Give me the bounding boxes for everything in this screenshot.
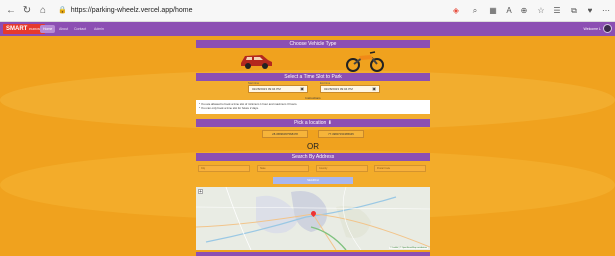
nav-link-admin[interactable]: Admin bbox=[91, 25, 107, 33]
collections-icon[interactable]: ⧉ bbox=[568, 5, 580, 17]
latitude-field[interactable]: 28.45896457568478 bbox=[262, 130, 308, 138]
read-aloud-icon[interactable]: A bbox=[503, 5, 515, 17]
apps-icon[interactable]: ▦ bbox=[487, 5, 499, 17]
location-pin-icon[interactable]: ⬇ bbox=[328, 120, 332, 126]
welcome-text: Welcome L bbox=[583, 27, 601, 31]
start-time-input[interactable]: 02/28/2023 09:04 PM ▣ bbox=[248, 85, 308, 93]
state-placeholder: State bbox=[260, 167, 266, 170]
bike-option[interactable] bbox=[344, 50, 386, 72]
longitude-value: 77.49807154385945 bbox=[328, 132, 354, 136]
pick-location-header: Pick a location ⬇ bbox=[196, 119, 430, 127]
start-time-value: 02/28/2023 09:04 PM bbox=[252, 87, 281, 91]
map-attribution[interactable]: © Leaflet | © OpenStreetMap contributors bbox=[389, 247, 428, 249]
longitude-field[interactable]: 77.49807154385945 bbox=[318, 130, 364, 138]
extension-icon[interactable]: ♥ bbox=[584, 5, 596, 17]
more-icon[interactable]: ⋯ bbox=[600, 5, 612, 17]
search-icon[interactable]: ⌕ bbox=[469, 5, 481, 17]
logo[interactable]: SMART PARKING bbox=[3, 24, 46, 34]
favorite-icon[interactable]: ☆ bbox=[535, 5, 547, 17]
latitude-value: 28.45896457568478 bbox=[272, 132, 298, 136]
end-time-value: 02/28/2023 09:04 PM bbox=[324, 87, 353, 91]
nav-link-about[interactable]: About bbox=[56, 25, 71, 33]
address-bar[interactable]: 🔒 https://parking-wheelz.vercel.app/home bbox=[58, 3, 258, 19]
or-divider: OR bbox=[307, 142, 319, 151]
calendar-icon[interactable]: ▣ bbox=[300, 86, 304, 92]
country-input[interactable]: Country bbox=[316, 165, 368, 172]
nav-link-home[interactable]: Home bbox=[40, 25, 56, 33]
time-slot-header: Select a Time Slot to Park bbox=[196, 73, 430, 81]
city-input[interactable]: City bbox=[198, 165, 250, 172]
postal-placeholder: Postal Code bbox=[377, 167, 391, 170]
search-address-header: Search By Address bbox=[196, 153, 430, 161]
browser-toolbar: ← ↻ ⌂ 🔒 https://parking-wheelz.vercel.app… bbox=[0, 0, 615, 22]
zoom-icon[interactable]: ⊕ bbox=[518, 5, 530, 17]
back-icon[interactable]: ← bbox=[4, 4, 18, 18]
calendar-icon[interactable]: ▣ bbox=[372, 86, 376, 92]
nav-link-contact[interactable]: Contact bbox=[71, 25, 89, 33]
instruction-item: * You can only book a time slot for futu… bbox=[199, 106, 259, 110]
zoom-in-button[interactable]: + bbox=[198, 189, 203, 195]
home-icon[interactable]: ⌂ bbox=[36, 4, 50, 18]
car-option[interactable] bbox=[238, 50, 274, 70]
favorites-list-icon[interactable]: ☰ bbox=[551, 5, 563, 17]
map-tiles bbox=[196, 187, 430, 250]
city-placeholder: City bbox=[201, 167, 206, 170]
pick-location-title: Pick a location bbox=[294, 120, 327, 126]
bottom-section-bar bbox=[196, 252, 430, 256]
avatar[interactable] bbox=[603, 24, 612, 33]
lock-icon: 🔒 bbox=[58, 7, 67, 14]
search-button[interactable]: SEARCH bbox=[273, 177, 353, 184]
instructions-box: * You are allowed to book a time slot of… bbox=[196, 100, 430, 114]
map-view[interactable]: + © Leaflet | © OpenStreetMap contributo… bbox=[196, 187, 430, 250]
vehicle-type-header: Choose Vehicle Type bbox=[196, 40, 430, 48]
url-text: https://parking-wheelz.vercel.app/home bbox=[70, 7, 193, 14]
state-input[interactable]: State bbox=[257, 165, 309, 172]
country-placeholder: Country bbox=[319, 167, 328, 170]
app-navbar: SMART PARKING Home About Contact Admin W… bbox=[0, 22, 615, 36]
postal-code-input[interactable]: Postal Code bbox=[374, 165, 426, 172]
end-time-input[interactable]: 02/28/2023 09:04 PM ▣ bbox=[320, 85, 380, 93]
logo-text: SMART bbox=[6, 26, 28, 32]
translate-icon[interactable]: ◈ bbox=[450, 5, 462, 17]
refresh-icon[interactable]: ↻ bbox=[20, 4, 34, 18]
